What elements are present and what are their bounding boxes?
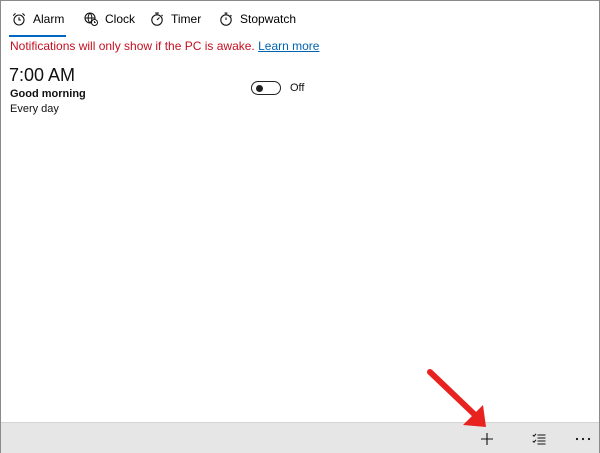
more-options-button[interactable] (567, 423, 599, 453)
select-list-icon (532, 432, 546, 444)
alarm-repeat: Every day (10, 103, 59, 115)
tab-label: Alarm (33, 12, 65, 26)
alarm-clock-icon (12, 13, 26, 26)
command-bar (1, 422, 599, 453)
tab-label: Timer (171, 12, 202, 26)
stopwatch-icon (220, 12, 232, 26)
more-dots-icon (575, 437, 591, 440)
toggle-state-label: Off (290, 82, 305, 94)
toggle-knob (256, 84, 263, 92)
select-alarms-button[interactable] (523, 423, 555, 453)
tab-stopwatch[interactable]: Stopwatch (218, 1, 296, 37)
alarm-toggle[interactable] (251, 81, 281, 95)
learn-more-link[interactable]: Learn more (258, 39, 319, 53)
alarm-name: Good morning (10, 88, 86, 100)
plus-icon (481, 432, 493, 445)
tab-bar: Alarm Clock Timer Stopwatch (1, 1, 599, 37)
timer-icon (151, 12, 163, 26)
tab-label: Clock (105, 12, 136, 26)
alarm-item[interactable]: 7:00 AM Good morning Every day Off (9, 63, 309, 117)
alarm-time: 7:00 AM (9, 65, 76, 85)
notice-text: Notifications will only show if the PC i… (10, 39, 255, 53)
world-clock-icon (84, 12, 98, 26)
alarms-window: Alarm Clock Timer Stopwatch Notification… (0, 0, 600, 453)
tab-label: Stopwatch (240, 12, 297, 26)
awake-notice: Notifications will only show if the PC i… (10, 39, 319, 53)
tab-clock[interactable]: Clock (83, 1, 135, 37)
tab-timer[interactable]: Timer (149, 1, 201, 37)
add-alarm-button[interactable] (471, 423, 503, 453)
tab-alarm[interactable]: Alarm (8, 1, 67, 37)
